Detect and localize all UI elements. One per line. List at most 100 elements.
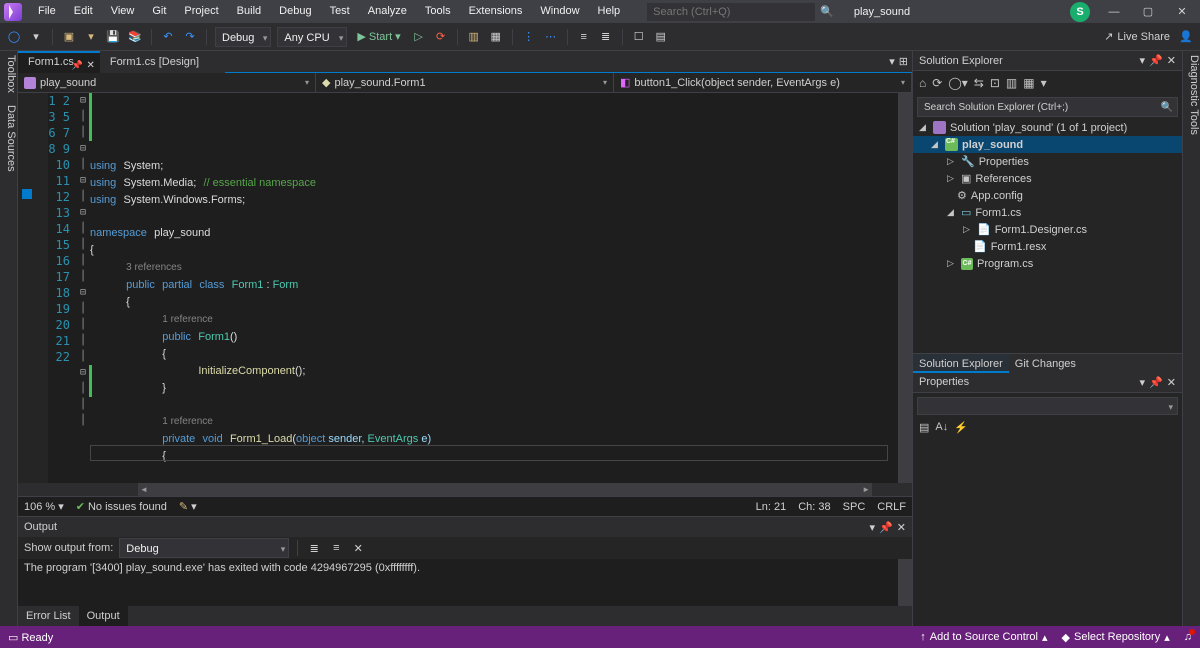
output-source-dropdown[interactable]: Debug: [119, 538, 289, 558]
undo-icon[interactable]: ↶: [160, 29, 176, 45]
se-back-icon[interactable]: ◯▾: [948, 76, 967, 90]
solution-config-dropdown[interactable]: Debug: [215, 27, 271, 47]
notifications-button[interactable]: ♫: [1184, 631, 1192, 643]
member-list-icon[interactable]: ▤: [653, 29, 669, 45]
alphabetical-icon[interactable]: A↓: [935, 421, 948, 434]
se-search-input[interactable]: Search Solution Explorer (Ctrl+;): [917, 97, 1178, 117]
outlining-margin[interactable]: ⊟ │ │ ⊟ │ ⊟ │ ⊟ │ │ │ │ ⊟ │ │ │ │ ⊟ │ │ …: [76, 93, 90, 483]
panel-pin-icon[interactable]: 📌: [1149, 376, 1163, 389]
output-text[interactable]: The program '[3400] play_sound.exe' has …: [18, 559, 912, 606]
node-solution[interactable]: ◢Solution 'play_sound' (1 of 1 project): [913, 119, 1182, 136]
menu-test[interactable]: Test: [322, 0, 358, 23]
error-indicator[interactable]: ✔No issues found: [76, 500, 167, 513]
diagnostic-tools-tab[interactable]: Diagnostic Tools: [1188, 55, 1200, 135]
tab-form1-cs[interactable]: Form1.cs 📌 ✕: [18, 51, 100, 73]
solution-tree[interactable]: ◢Solution 'play_sound' (1 of 1 project) …: [913, 119, 1182, 353]
menu-project[interactable]: Project: [176, 0, 226, 23]
menu-build[interactable]: Build: [229, 0, 269, 23]
comment-icon[interactable]: ⋮: [521, 29, 537, 45]
node-form1designer[interactable]: ▷📄Form1.Designer.cs: [913, 221, 1182, 238]
menu-file[interactable]: File: [30, 0, 64, 23]
account-avatar[interactable]: S: [1070, 2, 1090, 22]
search-icon[interactable]: 🔍: [820, 5, 834, 18]
se-sync-icon[interactable]: ⟳: [932, 76, 942, 90]
horizontal-scrollbar[interactable]: [138, 483, 872, 496]
breakpoint-well[interactable]: [22, 189, 34, 201]
save-all-icon[interactable]: 📚: [127, 29, 143, 45]
se-preview-icon[interactable]: ▾: [1041, 76, 1047, 90]
menu-extensions[interactable]: Extensions: [461, 0, 531, 23]
char-indicator[interactable]: Ch: 38: [798, 501, 830, 513]
menu-debug[interactable]: Debug: [271, 0, 319, 23]
se-showall-icon[interactable]: ▥: [1006, 76, 1017, 90]
window-split-icon[interactable]: ⊞: [899, 55, 908, 68]
menu-tools[interactable]: Tools: [417, 0, 459, 23]
lineending-indicator[interactable]: CRLF: [877, 501, 906, 513]
maximize-button[interactable]: ▢: [1134, 2, 1162, 22]
new-project-icon[interactable]: ▣: [61, 29, 77, 45]
node-properties[interactable]: ▷🔧Properties: [913, 153, 1182, 170]
panel-dropdown-icon[interactable]: ▾: [1140, 54, 1146, 67]
se-pending-icon[interactable]: ⇆: [974, 76, 984, 90]
categorized-icon[interactable]: ▤: [919, 421, 929, 434]
nav-class-dropdown[interactable]: ◆play_sound.Form1: [316, 73, 614, 92]
line-indicator[interactable]: Ln: 21: [756, 501, 787, 513]
back-nav-icon[interactable]: ◯: [6, 29, 22, 45]
solution-platform-dropdown[interactable]: Any CPU: [277, 27, 347, 47]
glyph-margin[interactable]: [18, 93, 48, 483]
tab-error-list[interactable]: Error List: [18, 606, 79, 626]
minimize-button[interactable]: —: [1100, 2, 1128, 22]
se-properties-icon[interactable]: ▦: [1023, 76, 1034, 90]
code-content[interactable]: using System; using System.Media; // ess…: [90, 93, 898, 483]
preview-tab-icon[interactable]: ▾: [889, 55, 895, 68]
select-repository-button[interactable]: ◆ Select Repository ▴: [1062, 631, 1170, 644]
node-references[interactable]: ▷▣References: [913, 170, 1182, 187]
code-editor[interactable]: 1 2 3 5 6 7 8 9 10 11 12 13 14 15 16 17 …: [18, 93, 912, 483]
outdent-icon[interactable]: ≣: [598, 29, 614, 45]
live-share-button[interactable]: ↗ Live Share: [1104, 30, 1170, 43]
menu-analyze[interactable]: Analyze: [360, 0, 415, 23]
menu-view[interactable]: View: [103, 0, 143, 23]
node-programcs[interactable]: ▷C#Program.cs: [913, 255, 1182, 272]
output-scrollbar[interactable]: [898, 559, 912, 606]
save-icon[interactable]: 💾: [105, 29, 121, 45]
zoom-level[interactable]: 106 % ▾: [24, 500, 64, 513]
feedback-icon[interactable]: 👤: [1178, 29, 1194, 45]
menu-edit[interactable]: Edit: [66, 0, 101, 23]
tab-solution-explorer[interactable]: Solution Explorer: [913, 354, 1009, 373]
se-home-icon[interactable]: ⌂: [919, 76, 926, 90]
node-form1resx[interactable]: 📄Form1.resx: [913, 238, 1182, 255]
health-indicator[interactable]: ✎ ▾: [179, 500, 197, 513]
events-icon[interactable]: ⚡: [954, 421, 968, 434]
panel-pin-icon[interactable]: 📌: [879, 521, 893, 534]
panel-close-icon[interactable]: ✕: [1167, 376, 1176, 389]
menu-help[interactable]: Help: [590, 0, 629, 23]
se-collapse-icon[interactable]: ⊡: [990, 76, 1000, 90]
start-without-debug-icon[interactable]: ▷: [411, 29, 427, 45]
close-tab-icon[interactable]: ✕: [86, 56, 94, 75]
bookmark-icon[interactable]: ☐: [631, 29, 647, 45]
tab-output[interactable]: Output: [79, 606, 128, 626]
indent-indicator[interactable]: SPC: [843, 501, 866, 513]
tab-form1-design[interactable]: Form1.cs [Design]: [100, 51, 225, 73]
quick-launch-input[interactable]: [646, 2, 816, 22]
properties-object-dropdown[interactable]: [917, 397, 1178, 415]
panel-close-icon[interactable]: ✕: [897, 521, 906, 534]
clear-output-icon[interactable]: ≣: [306, 540, 322, 556]
data-sources-tab[interactable]: Data Sources: [0, 105, 17, 172]
panel-close-icon[interactable]: ✕: [1167, 54, 1176, 67]
toggle-wrap-icon[interactable]: ≡: [328, 540, 344, 556]
redo-icon[interactable]: ↷: [182, 29, 198, 45]
nav-member-dropdown[interactable]: ◧button1_Click(object sender, EventArgs …: [614, 73, 912, 92]
close-button[interactable]: ✕: [1168, 2, 1196, 22]
tab-git-changes[interactable]: Git Changes: [1009, 354, 1082, 373]
node-form1cs[interactable]: ◢▭Form1.cs: [913, 204, 1182, 221]
fwd-nav-icon[interactable]: ▾: [28, 29, 44, 45]
nav-project-dropdown[interactable]: play_sound: [18, 73, 316, 92]
browse-icon[interactable]: ▥: [466, 29, 482, 45]
node-project[interactable]: ◢play_sound: [913, 136, 1182, 153]
find-icon[interactable]: ▦: [488, 29, 504, 45]
indent-icon[interactable]: ≡: [576, 29, 592, 45]
add-source-control-button[interactable]: ↑ Add to Source Control ▴: [920, 631, 1047, 644]
panel-dropdown-icon[interactable]: ▾: [1140, 376, 1146, 389]
